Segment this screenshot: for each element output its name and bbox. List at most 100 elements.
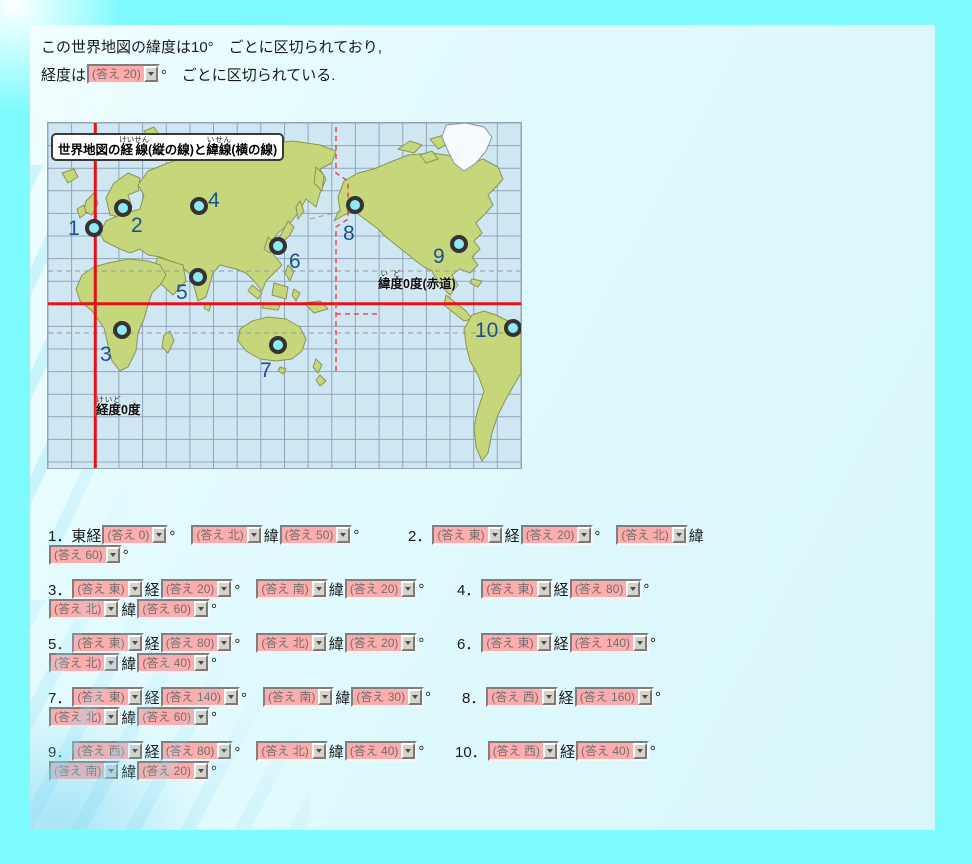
answer-select[interactable]: (答え 東) (481, 579, 552, 599)
answer-select[interactable]: (答え 60) (137, 599, 210, 619)
answer-select[interactable]: (答え 80) (570, 579, 643, 599)
dropdown-arrow-icon[interactable] (408, 689, 422, 705)
arrow-down-glyph (108, 607, 114, 611)
dropdown-arrow-icon[interactable] (312, 743, 326, 759)
answer-select-value: (答え 140) (572, 635, 633, 651)
answer-select[interactable]: (答え 160) (575, 687, 654, 707)
dropdown-arrow-icon[interactable] (543, 743, 557, 759)
dropdown-arrow-icon[interactable] (488, 527, 502, 543)
answer-select-value: (答え 60) (51, 547, 106, 563)
dropdown-arrow-icon[interactable] (152, 527, 166, 543)
dropdown-arrow-icon[interactable] (633, 635, 647, 651)
dropdown-arrow-icon[interactable] (128, 743, 142, 759)
question-text: ° (211, 709, 217, 726)
dropdown-arrow-icon[interactable] (224, 689, 238, 705)
dropdown-arrow-icon[interactable] (401, 743, 415, 759)
dropdown-arrow-icon[interactable] (312, 581, 326, 597)
dropdown-arrow-icon[interactable] (106, 547, 120, 563)
dropdown-arrow-icon[interactable] (104, 709, 118, 725)
map-marker-number-5: 5 (176, 281, 188, 304)
dropdown-arrow-icon[interactable] (318, 689, 332, 705)
answer-select[interactable]: (答え 東) (72, 579, 143, 599)
answer-select[interactable]: (答え 20) (87, 64, 160, 84)
dropdown-arrow-icon[interactable] (336, 527, 350, 543)
dropdown-arrow-icon[interactable] (626, 581, 640, 597)
answer-select[interactable]: (答え 20) (345, 633, 418, 653)
dropdown-arrow-icon[interactable] (217, 635, 231, 651)
question-text: 経 (559, 687, 574, 708)
dropdown-arrow-icon[interactable] (194, 601, 208, 617)
map-marker-1 (87, 221, 101, 235)
questions-section: 1．東経(答え 0)° (答え 北)緯(答え 50)°2．(答え 東)経(答え … (48, 525, 928, 795)
dropdown-arrow-icon[interactable] (194, 763, 208, 779)
question-text: ° (169, 525, 190, 546)
dropdown-arrow-icon[interactable] (312, 635, 326, 651)
dropdown-arrow-icon[interactable] (537, 635, 551, 651)
dropdown-arrow-icon[interactable] (104, 763, 118, 779)
dropdown-arrow-icon[interactable] (128, 581, 142, 597)
answer-select-value: (答え 西) (74, 743, 127, 759)
arrow-down-glyph (132, 641, 138, 645)
answer-select[interactable]: (答え 60) (137, 707, 210, 727)
answer-select[interactable]: (答え 北) (49, 599, 120, 619)
question-row: 3．(答え 東)経(答え 20)° (答え 南)緯(答え 20)°4．(答え 東… (48, 579, 928, 619)
dropdown-arrow-icon[interactable] (247, 527, 261, 543)
dropdown-arrow-icon[interactable] (672, 527, 686, 543)
answer-select[interactable]: (答え 140) (570, 633, 649, 653)
dropdown-arrow-icon[interactable] (537, 581, 551, 597)
map-title: 世界地図の経線けいせん(縦の線)と緯線いせん(横の線) (51, 133, 284, 161)
dropdown-arrow-icon[interactable] (104, 601, 118, 617)
dropdown-arrow-icon[interactable] (217, 581, 231, 597)
answer-select[interactable]: (答え 南) (263, 687, 334, 707)
answer-select[interactable]: (答え 80) (161, 741, 234, 761)
dropdown-arrow-icon[interactable] (577, 527, 591, 543)
dropdown-arrow-icon[interactable] (194, 709, 208, 725)
dropdown-arrow-icon[interactable] (401, 635, 415, 651)
answer-select[interactable]: (答え 北) (616, 525, 687, 545)
answer-select[interactable]: (答え 北) (256, 741, 327, 761)
answer-select[interactable]: (答え 北) (191, 525, 262, 545)
answer-select[interactable]: (答え 北) (49, 707, 120, 727)
answer-select[interactable]: (答え 北) (256, 633, 327, 653)
answer-select[interactable]: (答え 西) (486, 687, 557, 707)
answer-select[interactable]: (答え 50) (280, 525, 353, 545)
answer-select[interactable]: (答え 西) (72, 741, 143, 761)
answer-select[interactable]: (答え 東) (72, 687, 143, 707)
map-marker-6 (271, 239, 285, 253)
answer-select-value: (答え 北) (51, 709, 104, 725)
answer-select[interactable]: (答え 東) (432, 525, 503, 545)
answer-select[interactable]: (答え 東) (481, 633, 552, 653)
question-text: 緯 (121, 599, 136, 620)
dropdown-arrow-icon[interactable] (217, 743, 231, 759)
dropdown-arrow-icon[interactable] (104, 655, 118, 671)
answer-select[interactable]: (答え 30) (351, 687, 424, 707)
answer-select[interactable]: (答え 北) (49, 653, 120, 673)
answer-select[interactable]: (答え 東) (72, 633, 143, 653)
answer-select[interactable]: (答え 20) (161, 579, 234, 599)
answer-select[interactable]: (答え 南) (49, 761, 120, 781)
answer-select[interactable]: (答え 南) (256, 579, 327, 599)
answer-select[interactable]: (答え 60) (49, 545, 122, 565)
dropdown-arrow-icon[interactable] (144, 66, 158, 82)
dropdown-arrow-icon[interactable] (194, 655, 208, 671)
dropdown-arrow-icon[interactable] (128, 689, 142, 705)
answer-select[interactable]: (答え 80) (161, 633, 234, 653)
answer-select[interactable]: (答え 20) (345, 579, 418, 599)
answer-select-value: (答え 20) (523, 527, 578, 543)
question-text: 経 (554, 579, 569, 600)
answer-select[interactable]: (答え 0) (102, 525, 168, 545)
answer-select[interactable]: (答え 20) (521, 525, 594, 545)
question-text: 4． (457, 579, 480, 600)
answer-select[interactable]: (答え 40) (137, 653, 210, 673)
dropdown-arrow-icon[interactable] (401, 581, 415, 597)
dropdown-arrow-icon[interactable] (633, 743, 647, 759)
map-marker-number-7: 7 (260, 359, 272, 382)
dropdown-arrow-icon[interactable] (128, 635, 142, 651)
answer-select[interactable]: (答え 40) (345, 741, 418, 761)
answer-select[interactable]: (答え 西) (488, 741, 559, 761)
answer-select[interactable]: (答え 140) (161, 687, 240, 707)
answer-select[interactable]: (答え 40) (576, 741, 649, 761)
dropdown-arrow-icon[interactable] (638, 689, 652, 705)
answer-select[interactable]: (答え 20) (137, 761, 210, 781)
dropdown-arrow-icon[interactable] (542, 689, 556, 705)
